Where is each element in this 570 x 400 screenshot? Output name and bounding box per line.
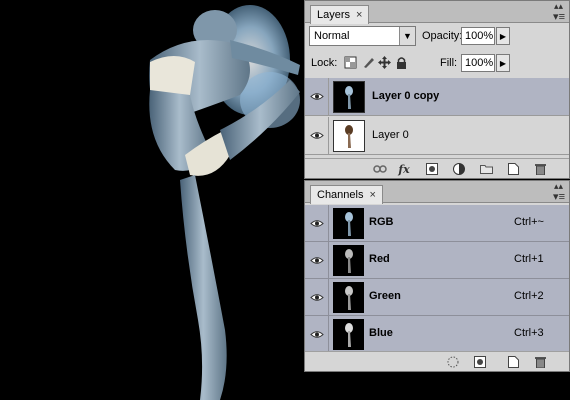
channel-name: Green (369, 290, 401, 302)
adjustment-icon[interactable] (452, 162, 466, 176)
lock-all-icon[interactable] (395, 56, 408, 69)
canvas-bottom-area (304, 372, 570, 400)
trash-icon[interactable] (533, 162, 547, 176)
fill-label: Fill: (440, 57, 458, 69)
channels-panel: Channels × ▴▴ ▾≡ RGB Ctrl+~ Red Ctrl+1 G (304, 180, 570, 372)
eye-icon[interactable] (305, 279, 329, 315)
blend-mode-select[interactable]: Normal ▼ (309, 26, 416, 46)
dancer-image (149, 5, 300, 400)
channel-thumbnail (333, 319, 364, 350)
channel-name: Blue (369, 327, 393, 339)
fill-field[interactable]: 100% (461, 54, 495, 72)
layer-thumbnail (333, 81, 365, 113)
document-canvas[interactable] (0, 0, 304, 400)
eye-icon[interactable] (305, 205, 329, 241)
layer-row-layer-0-copy[interactable]: Layer 0 copy (305, 78, 569, 116)
tab-layers[interactable]: Layers × (310, 5, 370, 24)
layer-row-layer-0[interactable]: Layer 0 (305, 117, 569, 155)
panel-menu-icon[interactable]: ▾≡ (553, 190, 565, 203)
opacity-label: Opacity: (422, 30, 463, 42)
channel-shortcut: Ctrl+1 (514, 253, 544, 265)
eye-icon[interactable] (305, 316, 329, 352)
mask-icon[interactable] (425, 162, 439, 176)
new-channel-icon[interactable] (506, 355, 520, 369)
lock-transparent-icon[interactable] (344, 56, 357, 69)
layers-panel-header: Layers × ▴▴ ▾≡ (305, 1, 569, 24)
channel-name: Red (369, 253, 390, 265)
channel-row-blue[interactable]: Blue Ctrl+3 (305, 316, 569, 353)
opacity-field[interactable]: 100% (461, 27, 495, 45)
channels-panel-header: Channels × ▴▴ ▾≡ (305, 181, 569, 204)
tab-layers-label: Layers (317, 9, 351, 21)
trash-icon[interactable] (533, 355, 547, 369)
channel-thumbnail (333, 282, 364, 313)
channel-shortcut: Ctrl+2 (514, 290, 544, 302)
group-folder-icon[interactable] (479, 162, 493, 176)
blend-mode-value: Normal (314, 30, 350, 42)
channel-name: RGB (369, 216, 394, 228)
channel-row-red[interactable]: Red Ctrl+1 (305, 242, 569, 279)
layer-name[interactable]: Layer 0 (372, 129, 409, 141)
tab-channels[interactable]: Channels × (310, 185, 383, 204)
close-icon[interactable]: × (369, 189, 375, 201)
channel-thumbnail (333, 208, 364, 239)
chevron-down-icon[interactable]: ▼ (399, 27, 415, 45)
fx-icon[interactable]: fx (397, 162, 411, 176)
layer-name[interactable]: Layer 0 copy (372, 90, 439, 102)
eye-icon[interactable] (305, 242, 329, 278)
eye-icon[interactable] (305, 78, 329, 115)
lock-label: Lock: (311, 57, 338, 69)
layers-panel: Layers × ▴▴ ▾≡ Normal ▼ Opacity: 100% ▶ … (304, 0, 570, 179)
channel-shortcut: Ctrl+3 (514, 327, 544, 339)
eye-icon[interactable] (305, 117, 329, 154)
fill-slider-button[interactable]: ▶ (496, 54, 510, 72)
layers-panel-footer: fx (305, 158, 569, 178)
tab-channels-label: Channels (317, 189, 364, 201)
load-selection-icon[interactable] (446, 355, 460, 369)
channels-panel-footer (305, 351, 569, 371)
lock-brush-icon[interactable] (362, 56, 375, 69)
channel-thumbnail (333, 245, 364, 276)
close-icon[interactable]: × (356, 9, 362, 21)
link-layers-icon[interactable] (373, 162, 387, 176)
opacity-slider-button[interactable]: ▶ (496, 27, 510, 45)
channel-row-rgb[interactable]: RGB Ctrl+~ (305, 205, 569, 242)
new-layer-icon[interactable] (506, 162, 520, 176)
channel-shortcut: Ctrl+~ (514, 216, 544, 228)
lock-move-icon[interactable] (378, 56, 391, 69)
save-selection-icon[interactable] (473, 355, 487, 369)
panel-menu-icon[interactable]: ▾≡ (553, 10, 565, 23)
channel-row-green[interactable]: Green Ctrl+2 (305, 279, 569, 316)
layer-thumbnail (333, 120, 365, 152)
